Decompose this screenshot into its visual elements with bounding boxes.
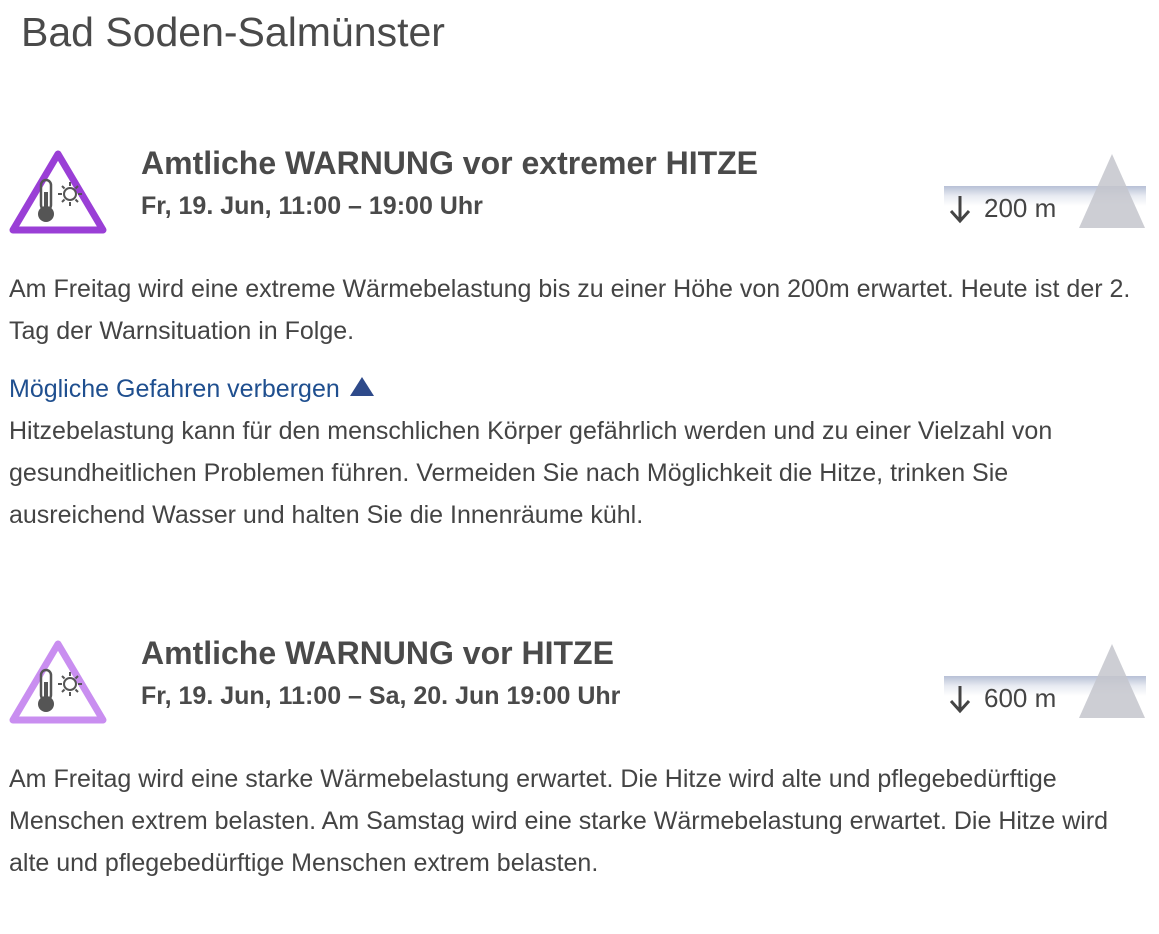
page-title: Bad Soden-Salmünster — [21, 9, 445, 55]
warning-description: Am Freitag wird eine starke Wärmebelastu… — [9, 765, 1109, 877]
hide-dangers-label: Mögliche Gefahren verbergen — [9, 375, 340, 403]
collapse-triangle-icon — [349, 377, 374, 396]
hide-dangers-link[interactable]: Mögliche Gefahren verbergen — [9, 373, 374, 405]
warning-title: Amtliche WARNUNG vor extremer HITZE — [141, 145, 759, 181]
altitude-label: 200 m — [984, 193, 1057, 223]
altitude-indicator: 600 m — [944, 642, 1146, 722]
altitude-indicator: 200 m — [944, 152, 1146, 232]
dangers-text: Hitzebelastung kann für den menschlichen… — [9, 417, 1053, 529]
warning-time: Fr, 19. Jun, 11:00 – 19:00 Uhr — [141, 192, 483, 220]
heat-warning-icon — [8, 148, 108, 238]
heat-warning-icon — [8, 638, 108, 728]
warning-time: Fr, 19. Jun, 11:00 – Sa, 20. Jun 19:00 U… — [141, 682, 621, 710]
altitude-label: 600 m — [984, 683, 1057, 713]
warning-description: Am Freitag wird eine extreme Wärmebelast… — [9, 275, 1131, 345]
warning-title: Amtliche WARNUNG vor HITZE — [141, 635, 614, 671]
